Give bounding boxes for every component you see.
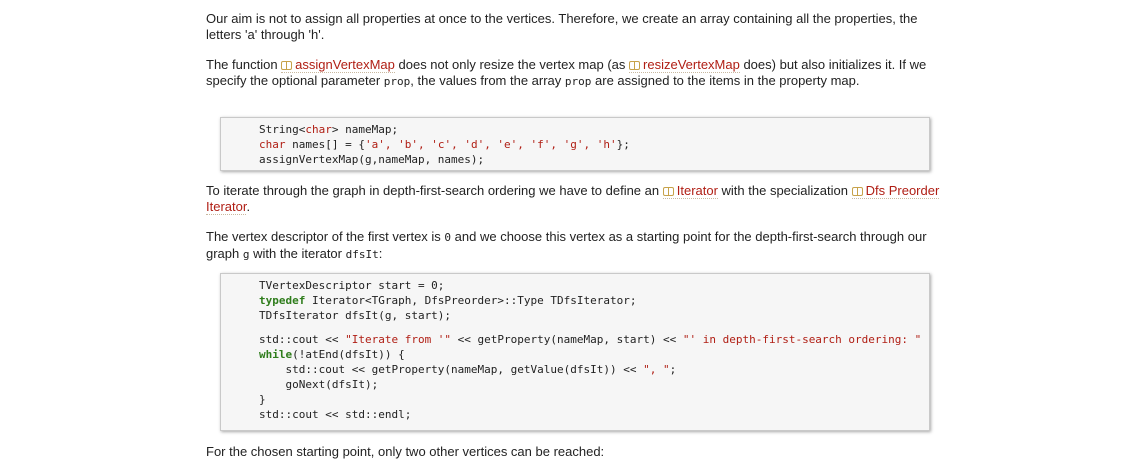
text: with the specialization (717, 183, 852, 198)
book-icon (851, 186, 863, 196)
code-block-dfs-iteration: TVertexDescriptor start = 0; typedef Ite… (220, 273, 930, 431)
code-listing: TVertexDescriptor start = 0; typedef Ite… (259, 279, 922, 421)
text: does not only resize the vertex map (as (394, 57, 630, 72)
text: : (378, 246, 383, 261)
text: The function (206, 57, 282, 72)
link-resizeVertexMap[interactable]: resizeVertexMap (629, 57, 740, 73)
paragraph-iterator: To iterate through the graph in depth-fi… (206, 183, 946, 215)
link-label: Iterator (676, 183, 718, 198)
text: To iterate through the graph in depth-fi… (206, 183, 663, 198)
link-assignVertexMap[interactable]: assignVertexMap (281, 57, 395, 73)
inline-code: prop (383, 75, 411, 88)
text: with the iterator (249, 246, 346, 261)
text: The vertex descriptor of the first verte… (206, 229, 445, 244)
code-block-name-map: String<char> nameMap; char names[] = {'a… (220, 117, 930, 171)
book-icon (281, 60, 293, 70)
link-iterator[interactable]: Iterator (662, 183, 718, 199)
book-icon (629, 60, 641, 70)
code-listing: String<char> nameMap; char names[] = {'a… (259, 123, 630, 166)
book-icon (662, 186, 674, 196)
paragraph-intro: Our aim is not to assign all properties … (206, 11, 918, 42)
inline-code: g (242, 248, 250, 261)
inline-code: dfsIt (345, 248, 379, 261)
text: are assigned to the items in the propert… (591, 73, 860, 88)
text: . (246, 199, 251, 214)
text: , the values from the array (410, 73, 565, 88)
link-label: resizeVertexMap (643, 57, 740, 72)
paragraph-vertex-descriptor: The vertex descriptor of the first verte… (206, 229, 946, 263)
paragraph-reachable: For the chosen starting point, only two … (206, 444, 605, 459)
inline-code: prop (564, 75, 592, 88)
link-label: assignVertexMap (295, 57, 395, 72)
paragraph-assign-vertex-map: The function assignVertexMap does not on… (206, 57, 946, 90)
